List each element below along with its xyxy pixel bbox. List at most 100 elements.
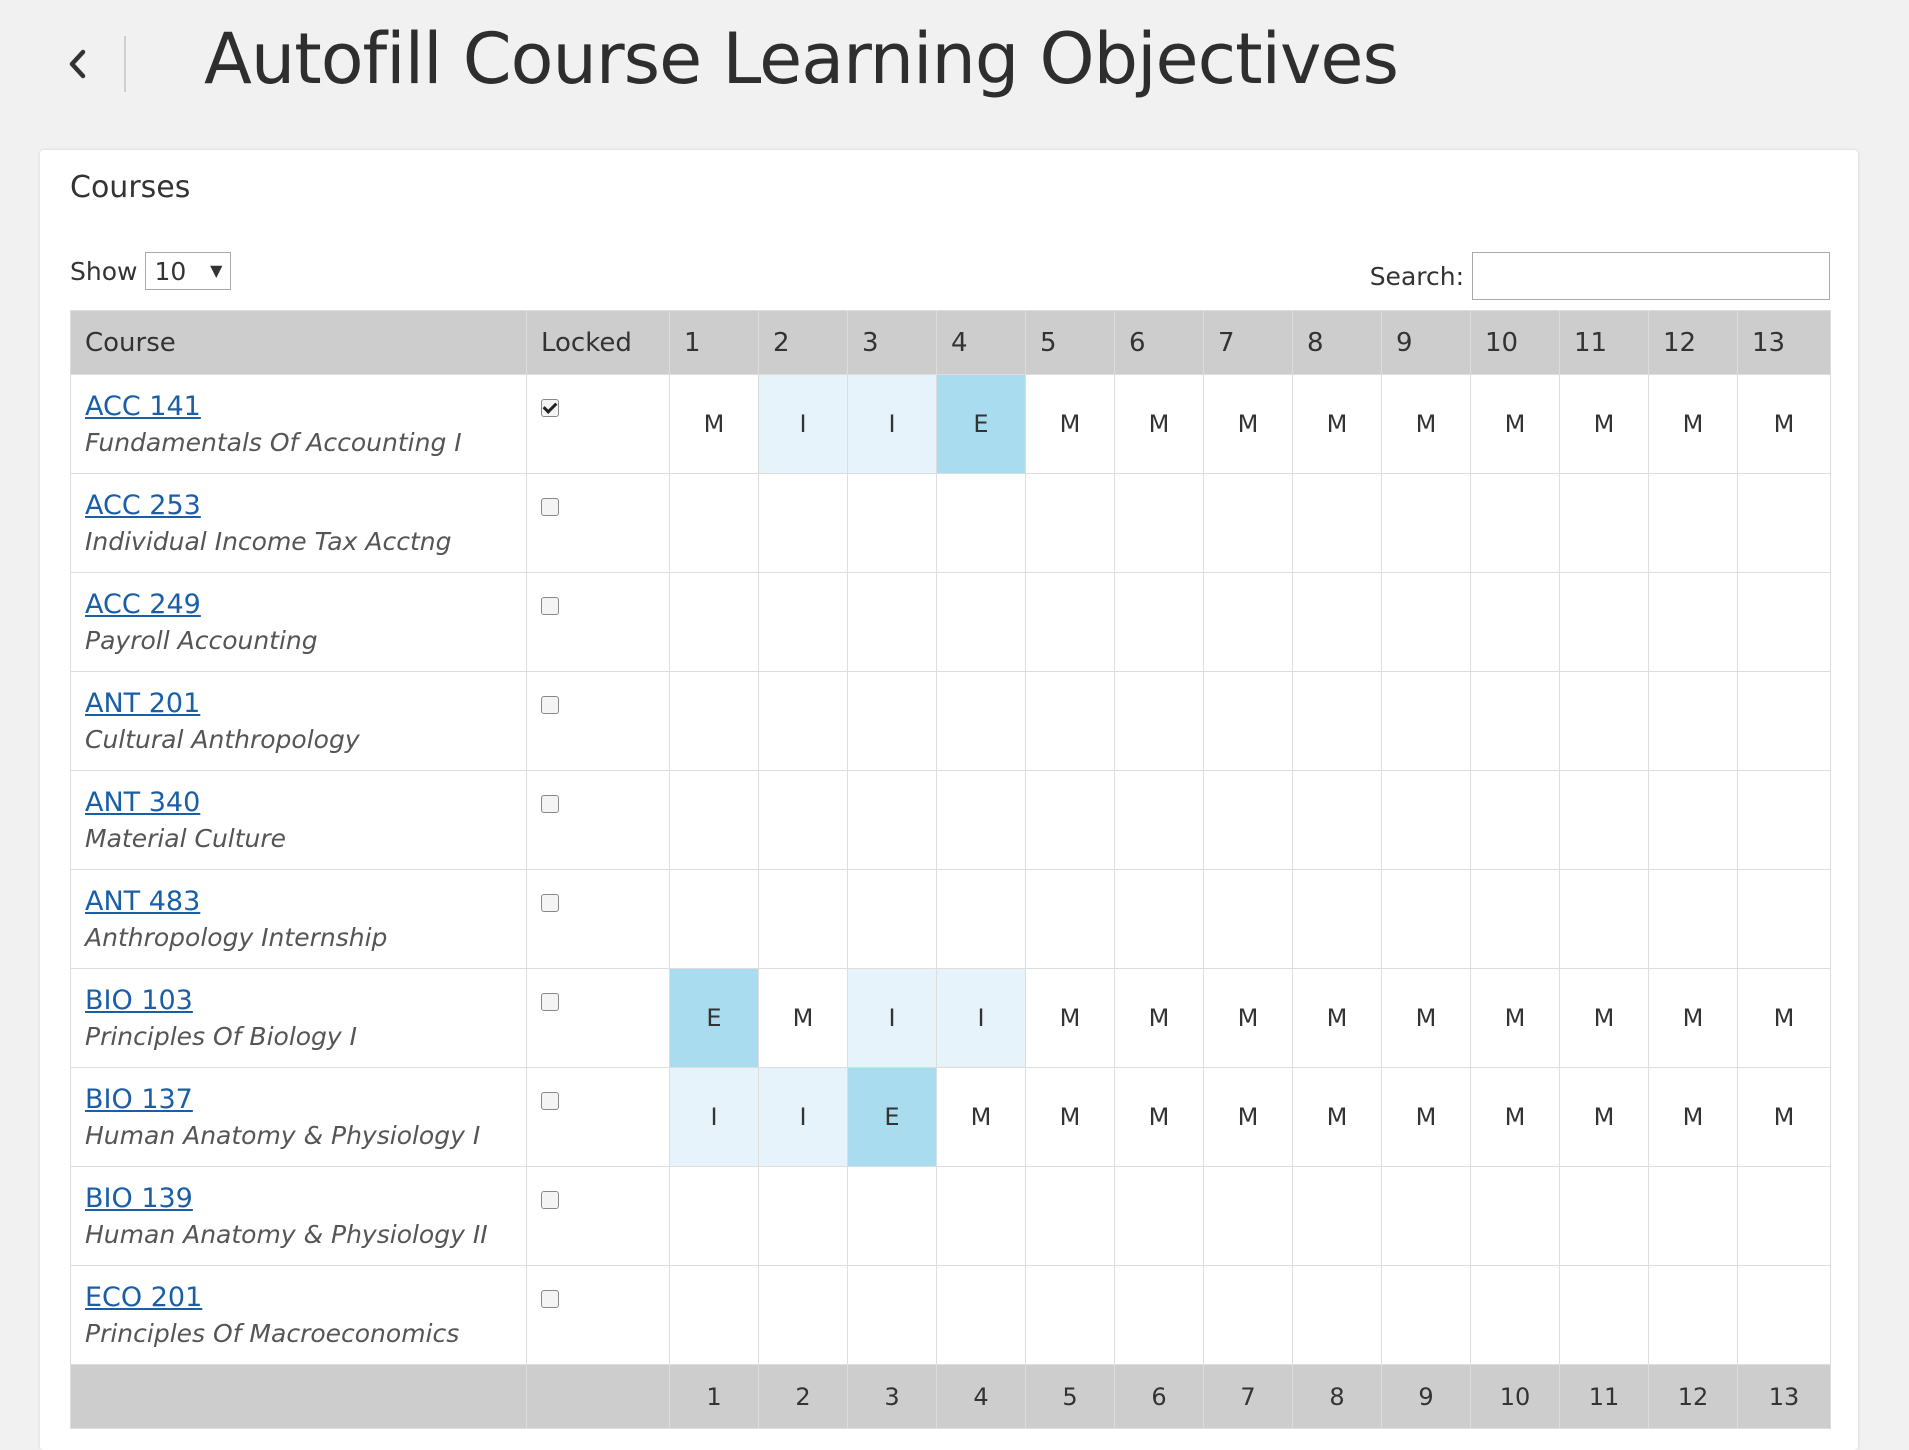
- objective-cell[interactable]: [1737, 1265, 1831, 1365]
- objective-cell[interactable]: M: [1381, 1067, 1471, 1167]
- objective-cell[interactable]: M: [1203, 374, 1293, 474]
- objective-cell[interactable]: [936, 572, 1026, 672]
- objective-cell[interactable]: [758, 1265, 848, 1365]
- column-header-objective-4[interactable]: 4: [936, 310, 1026, 375]
- objective-cell[interactable]: [1559, 473, 1649, 573]
- objective-cell[interactable]: [847, 869, 937, 969]
- objective-cell[interactable]: M: [1114, 1067, 1204, 1167]
- objective-cell[interactable]: [1559, 869, 1649, 969]
- objective-cell[interactable]: M: [1470, 968, 1560, 1068]
- objective-cell[interactable]: [1737, 671, 1831, 771]
- objective-cell[interactable]: [847, 671, 937, 771]
- objective-cell[interactable]: [1203, 671, 1293, 771]
- column-header-objective-6[interactable]: 6: [1114, 310, 1204, 375]
- objective-cell[interactable]: [1025, 770, 1115, 870]
- objective-cell[interactable]: [1737, 572, 1831, 672]
- objective-cell[interactable]: [1381, 1265, 1471, 1365]
- objective-cell[interactable]: I: [847, 374, 937, 474]
- objective-cell[interactable]: [758, 1166, 848, 1266]
- objective-cell[interactable]: [847, 473, 937, 573]
- objective-cell[interactable]: [1025, 671, 1115, 771]
- objective-cell[interactable]: [1292, 770, 1382, 870]
- objective-cell[interactable]: [1648, 473, 1738, 573]
- objective-cell[interactable]: [936, 869, 1026, 969]
- locked-checkbox[interactable]: [541, 696, 559, 714]
- objective-cell[interactable]: [1381, 572, 1471, 672]
- objective-cell[interactable]: [1559, 1166, 1649, 1266]
- locked-checkbox[interactable]: [541, 1191, 559, 1209]
- course-link[interactable]: ECO 201: [85, 1282, 526, 1313]
- objective-cell[interactable]: [1025, 1265, 1115, 1365]
- objective-cell[interactable]: [1203, 572, 1293, 672]
- objective-cell[interactable]: [1114, 869, 1204, 969]
- objective-cell[interactable]: [1470, 1166, 1560, 1266]
- objective-cell[interactable]: M: [1737, 968, 1831, 1068]
- column-header-objective-12[interactable]: 12: [1648, 310, 1738, 375]
- objective-cell[interactable]: [1114, 770, 1204, 870]
- objective-cell[interactable]: [1470, 1265, 1560, 1365]
- objective-cell[interactable]: I: [936, 968, 1026, 1068]
- column-header-objective-7[interactable]: 7: [1203, 310, 1293, 375]
- search-input[interactable]: [1472, 252, 1830, 300]
- objective-cell[interactable]: [1737, 1166, 1831, 1266]
- objective-cell[interactable]: [1114, 1166, 1204, 1266]
- objective-cell[interactable]: [936, 473, 1026, 573]
- objective-cell[interactable]: [1559, 1265, 1649, 1365]
- objective-cell[interactable]: [1737, 473, 1831, 573]
- objective-cell[interactable]: [1203, 1265, 1293, 1365]
- objective-cell[interactable]: [1114, 671, 1204, 771]
- objective-cell[interactable]: [758, 572, 848, 672]
- objective-cell[interactable]: [1470, 869, 1560, 969]
- course-link[interactable]: ANT 201: [85, 688, 526, 719]
- objective-cell[interactable]: I: [758, 374, 848, 474]
- objective-cell[interactable]: M: [1559, 374, 1649, 474]
- objective-cell[interactable]: [1648, 671, 1738, 771]
- objective-cell[interactable]: [1648, 770, 1738, 870]
- objective-cell[interactable]: [1292, 1265, 1382, 1365]
- objective-cell[interactable]: [847, 770, 937, 870]
- objective-cell[interactable]: M: [1114, 968, 1204, 1068]
- locked-checkbox[interactable]: [541, 399, 559, 417]
- column-header-objective-13[interactable]: 13: [1737, 310, 1831, 375]
- objective-cell[interactable]: I: [669, 1067, 759, 1167]
- column-header-objective-3[interactable]: 3: [847, 310, 937, 375]
- locked-checkbox[interactable]: [541, 498, 559, 516]
- objective-cell[interactable]: M: [1737, 374, 1831, 474]
- objective-cell[interactable]: [758, 869, 848, 969]
- objective-cell[interactable]: M: [936, 1067, 1026, 1167]
- objective-cell[interactable]: [1203, 473, 1293, 573]
- objective-cell[interactable]: [1381, 869, 1471, 969]
- locked-checkbox[interactable]: [541, 993, 559, 1011]
- objective-cell[interactable]: [936, 1265, 1026, 1365]
- column-header-objective-1[interactable]: 1: [669, 310, 759, 375]
- locked-checkbox[interactable]: [541, 597, 559, 615]
- column-header-objective-8[interactable]: 8: [1292, 310, 1382, 375]
- objective-cell[interactable]: [1470, 671, 1560, 771]
- column-header-objective-11[interactable]: 11: [1559, 310, 1649, 375]
- objective-cell[interactable]: [758, 671, 848, 771]
- objective-cell[interactable]: M: [1203, 1067, 1293, 1167]
- objective-cell[interactable]: M: [1381, 968, 1471, 1068]
- objective-cell[interactable]: M: [1470, 1067, 1560, 1167]
- objective-cell[interactable]: M: [1559, 1067, 1649, 1167]
- objective-cell[interactable]: M: [669, 374, 759, 474]
- objective-cell[interactable]: [758, 473, 848, 573]
- objective-cell[interactable]: [1114, 473, 1204, 573]
- objective-cell[interactable]: M: [1559, 968, 1649, 1068]
- objective-cell[interactable]: [1025, 473, 1115, 573]
- objective-cell[interactable]: [1292, 671, 1382, 771]
- objective-cell[interactable]: M: [758, 968, 848, 1068]
- objective-cell[interactable]: M: [1648, 968, 1738, 1068]
- course-link[interactable]: BIO 139: [85, 1183, 526, 1214]
- objective-cell[interactable]: [1648, 572, 1738, 672]
- objective-cell[interactable]: [669, 473, 759, 573]
- objective-cell[interactable]: M: [1292, 374, 1382, 474]
- objective-cell[interactable]: [1114, 1265, 1204, 1365]
- column-header-objective-9[interactable]: 9: [1381, 310, 1471, 375]
- objective-cell[interactable]: [1114, 572, 1204, 672]
- objective-cell[interactable]: M: [1381, 374, 1471, 474]
- objective-cell[interactable]: M: [1025, 374, 1115, 474]
- objective-cell[interactable]: [1292, 1166, 1382, 1266]
- objective-cell[interactable]: [1648, 869, 1738, 969]
- objective-cell[interactable]: [847, 572, 937, 672]
